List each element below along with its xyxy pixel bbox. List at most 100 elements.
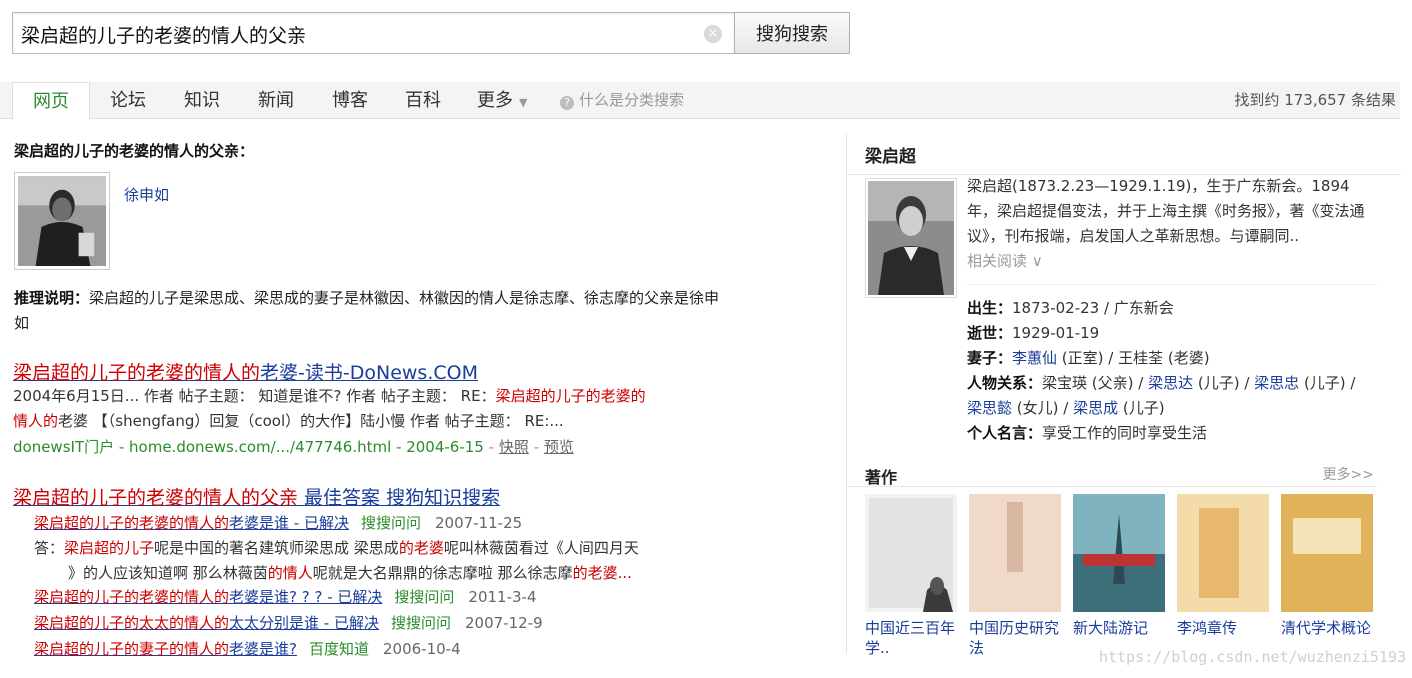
- search-input[interactable]: [21, 21, 701, 47]
- knowledge-summary-text: 梁启超(1873.2.23—1929.1.19)，生于广东新会。1894年，梁启…: [967, 177, 1365, 245]
- tab-forum[interactable]: 论坛: [110, 82, 146, 119]
- fact-label: 人物关系：: [967, 374, 1043, 392]
- relation-link[interactable]: 梁思懿: [967, 399, 1012, 417]
- snippet-text: 老婆 【（shengfang）回复（cool）的大作】陆小慢 作者 帖子主题： …: [58, 412, 564, 430]
- result-title[interactable]: 梁启超的儿子的老婆的情人的父亲 最佳答案 搜狗知识搜索: [13, 483, 500, 510]
- sub-result-source: 搜搜问问: [360, 514, 421, 532]
- portrait-image: [868, 181, 954, 295]
- sub-result-date: 2007-11-25: [434, 514, 523, 532]
- divider: [847, 486, 1377, 487]
- tab-knowledge[interactable]: 知识: [184, 82, 220, 119]
- book-title: 中国历史研究法: [969, 619, 1060, 657]
- cache-link[interactable]: 快照: [499, 438, 529, 456]
- book-title: 中国近三百年学..: [865, 619, 956, 657]
- help-icon: ?: [560, 96, 574, 110]
- answer-label: 答：: [34, 539, 65, 557]
- result-title-rest: 老婆-读书-DoNews.COM: [260, 362, 478, 384]
- fact-value: 梁宝瑛 (父亲) /: [1042, 374, 1149, 392]
- tab-blog[interactable]: 博客: [332, 82, 368, 119]
- answer-photo[interactable]: [14, 172, 110, 270]
- chevron-down-icon: ▼: [519, 96, 528, 109]
- book-cover-image: [1177, 494, 1269, 612]
- snippet-text: 2004年6月15日... 作者 帖子主题： 知道是谁不? 作者 帖子主题： R…: [13, 387, 496, 405]
- related-reading-link[interactable]: 相关阅读 ∨: [967, 252, 1043, 270]
- fact-label: 出生：: [967, 299, 1013, 317]
- sub-result-link[interactable]: 梁启超的儿子的太太的情人的太太分别是谁 - 已解决: [34, 614, 379, 632]
- sub-result-link[interactable]: 梁启超的儿子的妻子的情人的老婆是谁?: [34, 640, 297, 658]
- fact-quote: 个人名言：享受工作的同时享受生活: [967, 421, 1377, 446]
- sub-result-source: 百度知道: [308, 640, 369, 658]
- knowledge-panel: 梁启超 梁启超(1873.2.23—1929.1.19)，生于广东新会。1894…: [846, 134, 1401, 657]
- knowledge-photo[interactable]: [865, 178, 957, 298]
- reasoning-body: 梁启超的儿子是梁思成、梁思成的妻子是林徽因、林徽因的情人是徐志摩、徐志摩的父亲是…: [14, 289, 720, 332]
- fact-value: 1873-02-23 / 广东新会: [1012, 299, 1174, 317]
- tab-baike[interactable]: 百科: [405, 82, 441, 119]
- fact-note: (女儿) /: [1012, 399, 1074, 417]
- sub-result-highlight: 梁启超的儿子的老婆的情人的: [34, 514, 230, 532]
- book-item[interactable]: 李鸿章传: [1177, 494, 1269, 658]
- fact-note: (儿子) /: [1299, 374, 1356, 392]
- fact-note: (老婆): [1163, 349, 1210, 367]
- sub-result-date: 2011-3-4: [468, 588, 537, 606]
- fact-label: 妻子：: [967, 349, 1013, 367]
- snippet-highlight: 的情人: [267, 564, 313, 582]
- snippet-text: 呢是中国的著名建筑师梁思成 梁思成: [154, 539, 399, 557]
- reasoning-text: 推理说明：梁启超的儿子是梁思成、梁思成的妻子是林徽因、林徽因的情人是徐志摩、徐志…: [14, 286, 724, 336]
- preview-link[interactable]: 预览: [544, 438, 574, 456]
- sub-result-link[interactable]: 梁启超的儿子的老婆的情人的老婆是谁? ? ? - 已解决: [34, 588, 382, 606]
- sub-result-title: 太太分别是谁 - 已解决: [229, 614, 379, 632]
- book-item[interactable]: 新大陆游记: [1073, 494, 1165, 658]
- tab-news[interactable]: 新闻: [258, 82, 294, 119]
- sub-result-row[interactable]: 梁启超的儿子的妻子的情人的老婆是谁? 百度知道 2006-10-4: [34, 638, 461, 659]
- answer-name-link[interactable]: 徐申如: [124, 184, 169, 205]
- sub-result-title: 老婆是谁 - 已解决: [229, 514, 349, 532]
- wife-link[interactable]: 李蕙仙: [1012, 349, 1057, 367]
- works-more-link[interactable]: 更多>>: [1323, 464, 1374, 484]
- snippet-highlight: 情人的: [13, 412, 59, 430]
- book-item[interactable]: 清代学术概论: [1281, 494, 1373, 658]
- sub-result-date: 2007-12-9: [464, 614, 543, 632]
- knowledge-title: 梁启超: [865, 147, 916, 167]
- book-cover-image: [1281, 494, 1373, 612]
- search-button[interactable]: 搜狗搜索: [734, 12, 850, 54]
- relation-link[interactable]: 梁思达: [1148, 374, 1193, 392]
- tab-more[interactable]: 更多 ▼: [477, 82, 527, 119]
- result-count: 找到约 173,657 条结果: [1234, 91, 1396, 109]
- result-title[interactable]: 梁启超的儿子的老婆的情人的老婆-读书-DoNews.COM: [13, 358, 478, 385]
- book-item[interactable]: 中国近三百年学..: [865, 494, 957, 658]
- sub-result-source: 搜搜问问: [394, 588, 455, 606]
- sub-result-highlight: 梁启超的儿子的太太的情人的: [34, 614, 230, 632]
- sub-result-row[interactable]: 梁启超的儿子的老婆的情人的老婆是谁 - 已解决 搜搜问问 2007-11-25: [34, 512, 522, 533]
- book-cover-image: [1073, 494, 1165, 612]
- fact-birth: 出生：1873-02-23 / 广东新会: [967, 296, 1377, 321]
- sub-result-highlight: 梁启超的儿子的老婆的情人的: [34, 588, 230, 606]
- clear-icon[interactable]: ×: [704, 25, 722, 43]
- fact-value: 1929-01-19: [1012, 324, 1100, 342]
- snippet-text: 》的人应该知道啊 那么林薇茵: [68, 564, 268, 582]
- snippet-highlight: 的老婆: [398, 539, 444, 557]
- sub-result-row[interactable]: 梁启超的儿子的太太的情人的太太分别是谁 - 已解决 搜搜问问 2007-12-9: [34, 612, 543, 633]
- search-box[interactable]: ×: [12, 12, 734, 54]
- fact-value: 王桂荃: [1118, 349, 1164, 367]
- sub-result-row[interactable]: 梁启超的儿子的老婆的情人的老婆是谁? ? ? - 已解决 搜搜问问 2011-3-4: [34, 586, 537, 607]
- relation-link[interactable]: 梁思成: [1073, 399, 1118, 417]
- knowledge-summary: 梁启超(1873.2.23—1929.1.19)，生于广东新会。1894年，梁启…: [967, 174, 1367, 274]
- snippet-highlight: 梁启超的儿子: [64, 539, 155, 557]
- fact-note: (正室) /: [1057, 349, 1119, 367]
- relation-link[interactable]: 梁思忠: [1254, 374, 1299, 392]
- sub-result-date: 2006-10-4: [383, 640, 461, 658]
- sub-answer-snippet: 答：梁启超的儿子呢是中国的著名建筑师梁思成 梁思成的老婆呢叫林薇茵看过《人间四月…: [34, 536, 734, 586]
- help-link[interactable]: ? 什么是分类搜索: [560, 82, 684, 119]
- works-title: 著作: [865, 468, 898, 487]
- book-item[interactable]: 中国历史研究法: [969, 494, 1061, 658]
- result-title-rest: 最佳答案 搜狗知识搜索: [298, 487, 501, 509]
- tab-web[interactable]: 网页: [12, 82, 90, 120]
- sub-result-link[interactable]: 梁启超的儿子的老婆的情人的老婆是谁 - 已解决: [34, 514, 349, 532]
- fact-note: (儿子): [1118, 399, 1165, 417]
- snippet-text: 呢就是大名鼎鼎的徐志摩啦 那么徐志摩: [312, 564, 573, 582]
- sub-result-title: 老婆是谁?: [229, 640, 297, 658]
- sub-result-source: 搜搜问问: [390, 614, 451, 632]
- tab-more-label: 更多: [477, 90, 513, 111]
- answer-heading: 梁启超的儿子的老婆的情人的父亲：: [14, 142, 255, 160]
- help-text: 什么是分类搜索: [579, 91, 685, 109]
